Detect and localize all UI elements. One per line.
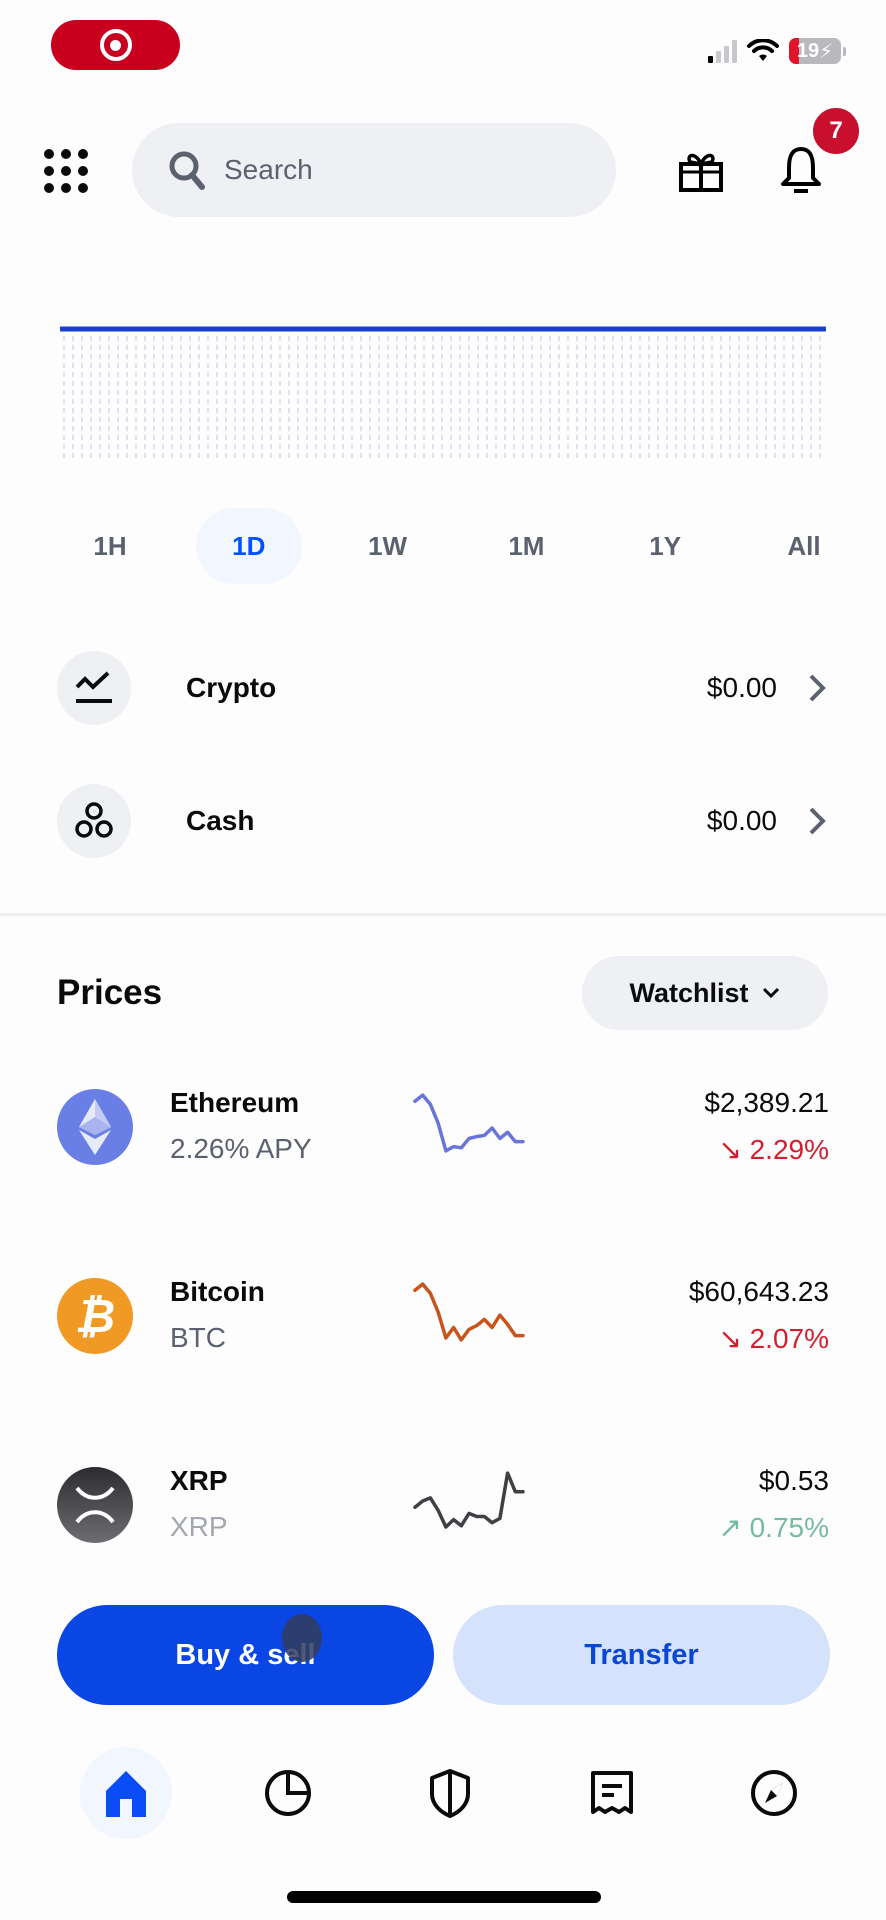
apps-grid-icon[interactable] — [44, 149, 88, 193]
asset-change: ↘ 2.29% — [718, 1134, 829, 1165]
receipt-icon — [591, 1771, 633, 1814]
arrow-down-right-icon: ↘ — [718, 1323, 750, 1354]
sparkline-path — [413, 1093, 525, 1153]
asset-symbol: BTC — [170, 1322, 226, 1353]
range-tab-1d[interactable]: 1D — [195, 508, 302, 584]
chart-dot-area — [63, 331, 823, 461]
balance-row-crypto[interactable]: Crypto $0.00 — [57, 650, 827, 726]
status-bar: 19 ⚡ — [708, 38, 846, 64]
asset-change: ↗ 0.75% — [718, 1512, 829, 1543]
battery-cap — [843, 46, 846, 56]
nav-transactions[interactable] — [566, 1747, 658, 1839]
watchlist-dropdown[interactable]: Watchlist — [582, 956, 828, 1030]
asset-price: $60,643.23 — [688, 1276, 829, 1307]
bitcoin-logo-icon: ₿ — [57, 1278, 133, 1354]
charging-bolt-icon: ⚡ — [819, 40, 834, 63]
asset-row-ethereum[interactable]: Ethereum 2.26% APY $2,389.21 ↘ 2.29% — [57, 1087, 829, 1167]
search-input[interactable] — [224, 154, 564, 186]
search-bar[interactable] — [132, 123, 616, 217]
range-tab-1w[interactable]: 1W — [335, 508, 441, 584]
search-icon — [169, 151, 205, 190]
range-tab-all[interactable]: All — [751, 508, 857, 584]
nav-portfolio[interactable] — [242, 1747, 334, 1839]
wifi-icon — [747, 39, 779, 61]
balance-label: Crypto — [186, 672, 277, 703]
sparkline — [413, 1282, 525, 1342]
battery-percent: 19 — [796, 39, 820, 62]
nav-security[interactable] — [404, 1747, 496, 1839]
xrp-logo-icon — [57, 1467, 133, 1543]
asset-name: XRP — [170, 1465, 228, 1496]
record-icon — [99, 29, 132, 61]
arrow-down-right-icon: ↘ — [718, 1134, 750, 1165]
bell-icon[interactable] — [780, 146, 822, 194]
arrow-up-right-icon: ↗ — [718, 1512, 750, 1543]
battery-indicator: 19 ⚡ — [789, 38, 841, 64]
prices-heading: Prices — [57, 973, 163, 1012]
notification-badge: 7 — [810, 105, 862, 157]
cellular-signal-icon — [708, 39, 737, 63]
range-tab-1m[interactable]: 1M — [473, 508, 579, 584]
balance-row-cash[interactable]: Cash $0.00 — [57, 783, 827, 859]
section-divider — [0, 913, 886, 916]
pie-chart-icon — [265, 1770, 311, 1816]
nav-explore[interactable] — [728, 1747, 820, 1839]
asset-name: Ethereum — [170, 1087, 300, 1118]
gift-icon[interactable] — [678, 150, 724, 192]
sparkline — [413, 1471, 525, 1529]
portfolio-chart[interactable] — [60, 325, 826, 465]
nav-home[interactable] — [80, 1747, 172, 1839]
balance-label: Cash — [186, 805, 255, 836]
watchlist-label: Watchlist — [629, 977, 749, 1008]
touch-indicator — [282, 1614, 322, 1662]
coins-icon — [57, 784, 131, 858]
asset-row-bitcoin[interactable]: ₿ Bitcoin BTC $60,643.23 ↘ 2.07% — [57, 1276, 829, 1356]
asset-price: $0.53 — [758, 1465, 829, 1496]
sparkline — [413, 1093, 525, 1153]
time-range-tabs: 1H 1D 1W 1M 1Y All — [57, 508, 857, 584]
transfer-button[interactable]: Transfer — [453, 1605, 830, 1705]
balance-value: $0.00 — [706, 805, 777, 836]
buy-sell-button[interactable]: Buy & sell — [57, 1605, 434, 1705]
asset-symbol: XRP — [170, 1511, 228, 1542]
asset-change: ↘ 2.07% — [718, 1323, 829, 1354]
asset-apy: 2.26% APY — [170, 1133, 312, 1164]
chart-line-icon — [57, 651, 131, 725]
shield-icon — [430, 1769, 470, 1818]
ethereum-logo-icon — [57, 1089, 133, 1165]
sparkline-path — [413, 1282, 525, 1342]
asset-name: Bitcoin — [170, 1276, 265, 1307]
range-tab-1h[interactable]: 1H — [57, 508, 163, 584]
chevron-right-icon — [809, 807, 826, 835]
bottom-nav — [80, 1747, 820, 1839]
chevron-right-icon — [809, 674, 826, 702]
home-icon — [106, 1771, 146, 1817]
asset-price: $2,389.21 — [704, 1087, 829, 1118]
chevron-down-icon — [762, 987, 779, 999]
range-tab-1y[interactable]: 1Y — [612, 508, 718, 584]
home-indicator — [287, 1891, 601, 1903]
sparkline-path — [413, 1471, 525, 1529]
screen-recording-indicator[interactable] — [51, 20, 180, 70]
asset-row-xrp[interactable]: XRP XRP $0.53 ↗ 0.75% — [57, 1465, 829, 1545]
balance-value: $0.00 — [706, 672, 777, 703]
compass-icon — [751, 1770, 797, 1816]
